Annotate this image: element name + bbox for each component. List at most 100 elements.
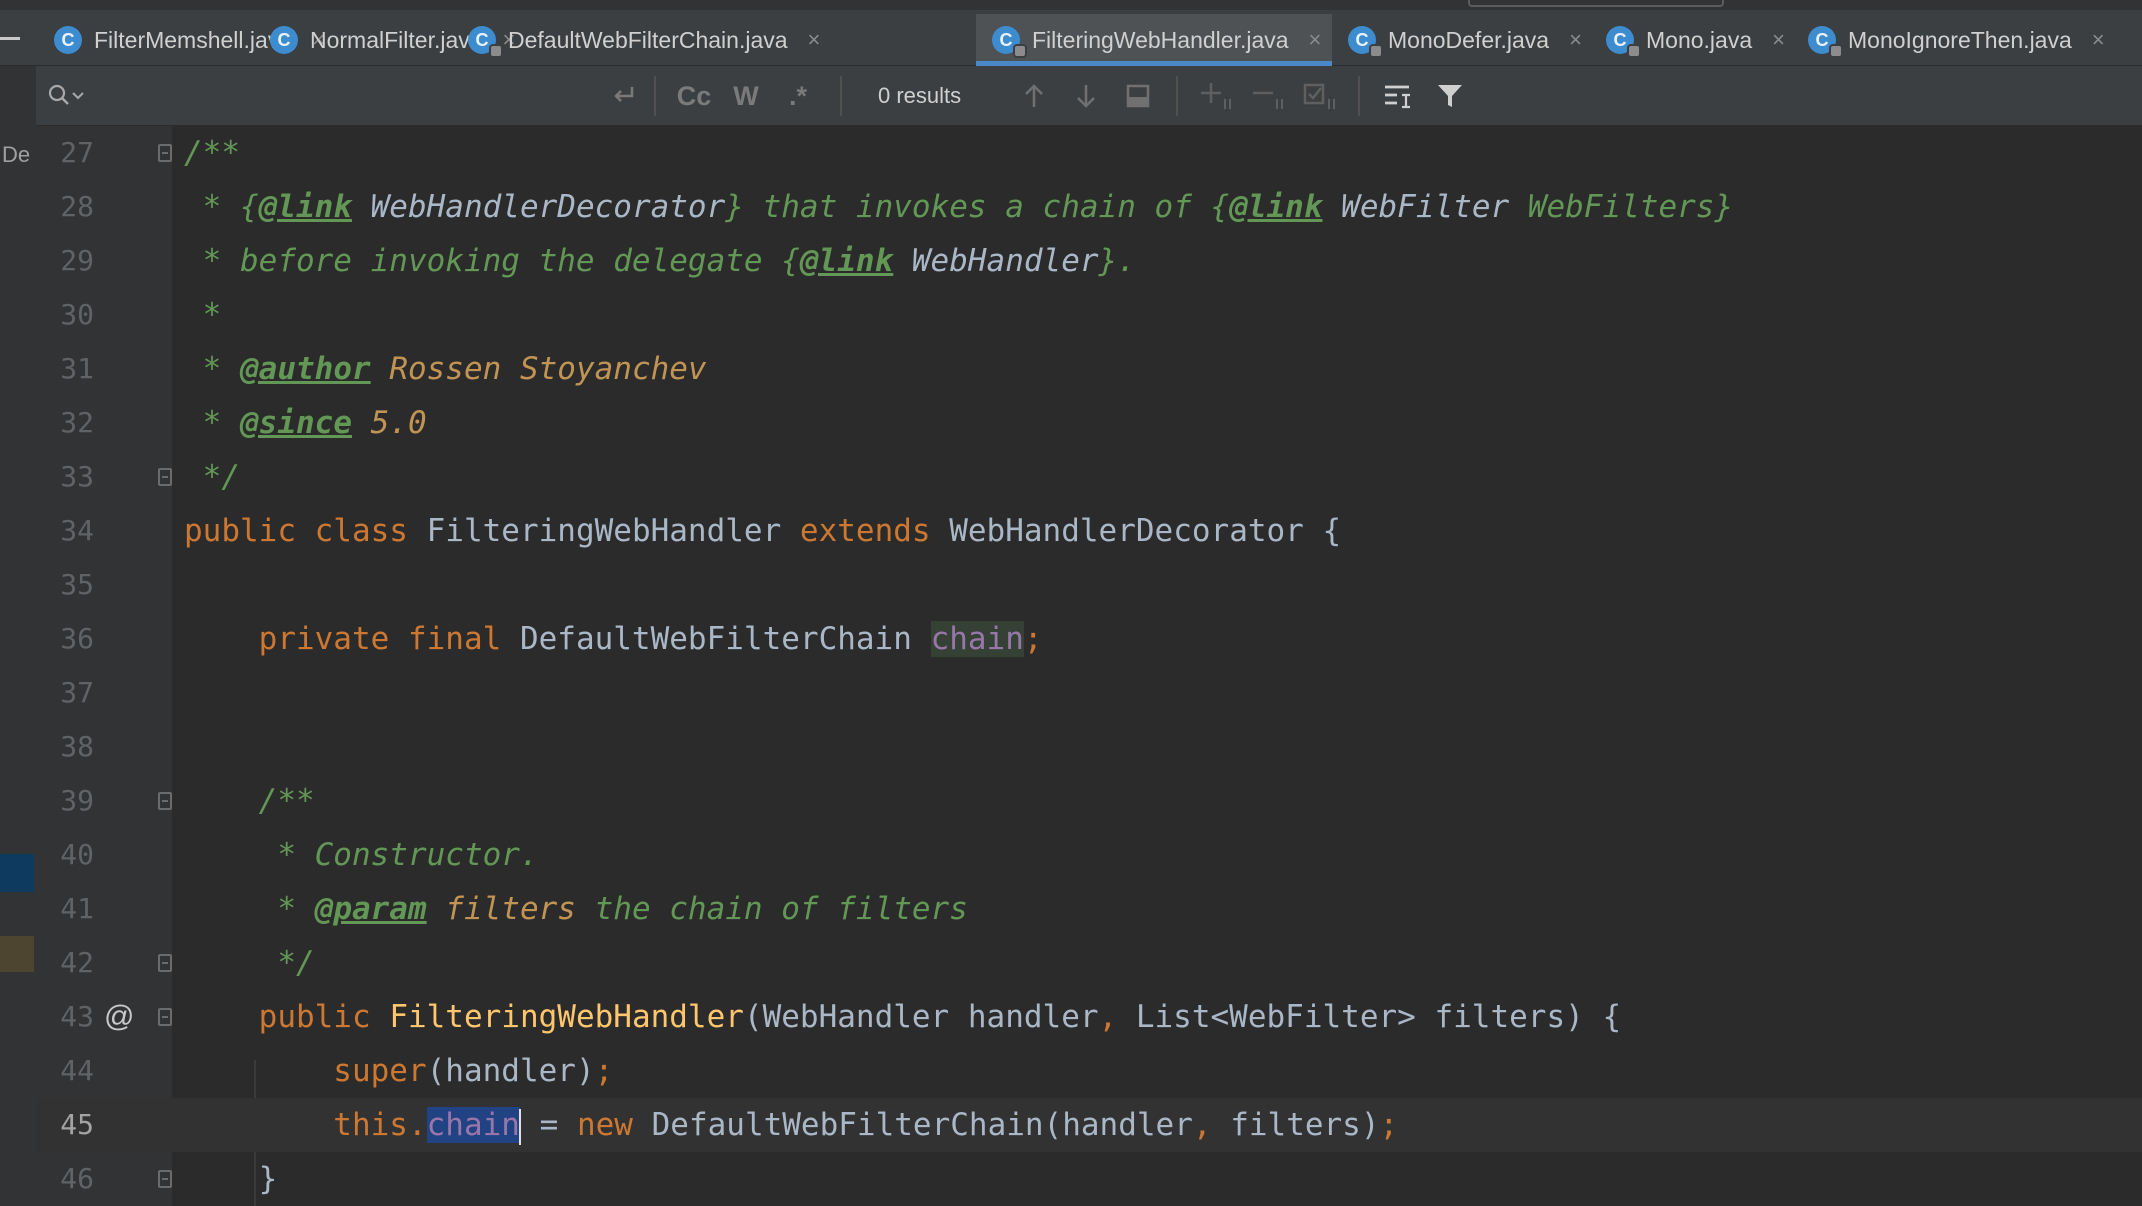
- line-number: 34: [60, 514, 94, 547]
- find-navigation: [1008, 66, 1476, 126]
- operator: =: [520, 1107, 577, 1143]
- current-code-line[interactable]: 45 this.chain = new DefaultWebFilterChai…: [36, 1098, 2142, 1152]
- close-tab-icon[interactable]: ×: [1309, 27, 1322, 53]
- whole-words-toggle[interactable]: W: [720, 81, 772, 112]
- show-in-find-window-button[interactable]: [1112, 66, 1164, 126]
- find-bar: Cc W .* 0 results: [36, 66, 2142, 126]
- tab-filtermemshell[interactable]: C FilterMemshell.java ×: [38, 14, 325, 66]
- line-number: 46: [60, 1162, 94, 1195]
- code-line[interactable]: 29 * before invoking the delegate {@link…: [36, 234, 2142, 288]
- keyword: super: [184, 1053, 427, 1089]
- selection-marker: [0, 854, 34, 892]
- fold-toggle-icon[interactable]: [158, 1008, 172, 1026]
- code-text: /**: [184, 783, 315, 819]
- match-case-toggle[interactable]: Cc: [668, 81, 720, 112]
- arrow-down-icon: [1077, 85, 1095, 108]
- new-line-icon[interactable]: [610, 82, 638, 110]
- doc-reference: WebHandlerDecorator: [351, 189, 726, 225]
- editor-tab-bar: C FilterMemshell.java × C NormalFilter.j…: [0, 0, 2142, 66]
- code-line[interactable]: 41 * @param filters the chain of filters: [36, 882, 2142, 936]
- close-tab-icon[interactable]: ×: [808, 27, 821, 53]
- code-line[interactable]: 40 * Constructor.: [36, 828, 2142, 882]
- line-number: 36: [60, 622, 94, 655]
- tab-monodefer[interactable]: C MonoDefer.java ×: [1332, 14, 1582, 66]
- code-line[interactable]: 31 * @author Rossen Stoyanchev: [36, 342, 2142, 396]
- punctuation: ,: [1192, 1107, 1231, 1143]
- fold-toggle-icon[interactable]: [158, 144, 172, 162]
- remove-occurrence-button[interactable]: [1242, 66, 1294, 126]
- code-line[interactable]: 42 */: [36, 936, 2142, 990]
- tab-label: MonoDefer.java: [1388, 26, 1550, 53]
- fold-toggle-icon[interactable]: [158, 468, 172, 486]
- collapse-dash-icon[interactable]: [0, 37, 20, 40]
- tab-mono[interactable]: C Mono.java ×: [1590, 14, 1790, 66]
- filter-button[interactable]: [1424, 66, 1476, 126]
- find-options: Cc W .*: [642, 66, 854, 126]
- next-occurrence-button[interactable]: [1060, 66, 1112, 126]
- code-line[interactable]: 43 @ public FilteringWebHandler(WebHandl…: [36, 990, 2142, 1044]
- code-line[interactable]: 28 * {@link WebHandlerDecorator} that in…: [36, 180, 2142, 234]
- java-class-locked-icon: C: [468, 26, 501, 56]
- divider: [840, 76, 842, 116]
- code-line[interactable]: 33 */: [36, 450, 2142, 504]
- tab-bar-hint-outline: [1468, 0, 1724, 7]
- code-line[interactable]: 30 *: [36, 288, 2142, 342]
- doc-param-name: filters: [426, 891, 576, 927]
- tab-filteringwebhandler[interactable]: C FilteringWebHandler.java ×: [976, 14, 1332, 66]
- type-name: DefaultWebFilterChain: [519, 621, 931, 657]
- tool-window-label[interactable]: De: [2, 142, 30, 168]
- tab-label: MonoIgnoreThen.java: [1848, 26, 2072, 53]
- code-line[interactable]: 34 public class FilteringWebHandler exte…: [36, 504, 2142, 558]
- select-all-occurrences-button[interactable]: [1294, 66, 1346, 126]
- doc-tag: @author: [240, 351, 371, 387]
- keyword: this.: [184, 1107, 427, 1143]
- doc-value: Rossen Stoyanchev: [370, 351, 707, 387]
- close-tab-icon[interactable]: ×: [1569, 27, 1582, 53]
- code-line[interactable]: 46 }: [36, 1152, 2142, 1206]
- code-text: * Constructor.: [184, 837, 539, 873]
- add-occurrence-button[interactable]: [1190, 66, 1242, 126]
- override-marker-icon[interactable]: @: [104, 990, 134, 1044]
- punctuation: ;: [1023, 621, 1043, 657]
- code-text: /**: [184, 135, 240, 171]
- line-number: 32: [60, 406, 94, 439]
- doc-tag: @param: [314, 891, 427, 927]
- filter-search-results-button[interactable]: [1372, 66, 1424, 126]
- search-history-chevron-icon[interactable]: [72, 92, 84, 100]
- fold-toggle-icon[interactable]: [158, 1170, 172, 1188]
- line-number: 27: [60, 136, 94, 169]
- regex-toggle[interactable]: .*: [772, 81, 824, 112]
- code-line[interactable]: 32 * @since 5.0: [36, 396, 2142, 450]
- doc-comment: } that invokes a chain of {: [725, 189, 1230, 225]
- code-text: *: [184, 297, 222, 333]
- tab-defaultwebfilterchain[interactable]: C DefaultWebFilterChain.java ×: [452, 14, 820, 66]
- code-text: private final DefaultWebFilterChain chai…: [184, 612, 1043, 666]
- java-class-locked-icon: C: [1808, 26, 1841, 56]
- tab-normalfilter[interactable]: C NormalFilter.java ×: [254, 14, 515, 66]
- arrow-up-icon: [1025, 84, 1043, 107]
- tab-monoignorethen[interactable]: C MonoIgnoreThen.java ×: [1792, 14, 2105, 66]
- punctuation: ;: [1379, 1107, 1399, 1143]
- doc-comment: *: [184, 891, 315, 927]
- code-line[interactable]: 37: [36, 666, 2142, 720]
- fold-toggle-icon[interactable]: [158, 954, 172, 972]
- divider: [1176, 76, 1178, 116]
- search-icon[interactable]: [48, 84, 70, 106]
- close-tab-icon[interactable]: ×: [1772, 27, 1785, 53]
- doc-tag: @link: [258, 189, 352, 225]
- keyword: public class: [184, 513, 427, 549]
- line-number: 28: [60, 190, 94, 223]
- code-line[interactable]: 39 /**: [36, 774, 2142, 828]
- code-line[interactable]: 35: [36, 558, 2142, 612]
- code-line[interactable]: 38: [36, 720, 2142, 774]
- method-name: FilteringWebHandler: [389, 999, 744, 1035]
- code-line[interactable]: 44 super(handler);: [36, 1044, 2142, 1098]
- close-tab-icon[interactable]: ×: [2092, 27, 2105, 53]
- line-number: 44: [60, 1054, 94, 1087]
- previous-occurrence-button[interactable]: [1008, 66, 1060, 126]
- fold-toggle-icon[interactable]: [158, 792, 172, 810]
- code-editor[interactable]: 27 /** 28 * {@link WebHandlerDecorator} …: [36, 126, 2142, 1206]
- code-line[interactable]: 36 private final DefaultWebFilterChain c…: [36, 612, 2142, 666]
- line-number: 37: [60, 676, 94, 709]
- code-line[interactable]: 27 /**: [36, 126, 2142, 180]
